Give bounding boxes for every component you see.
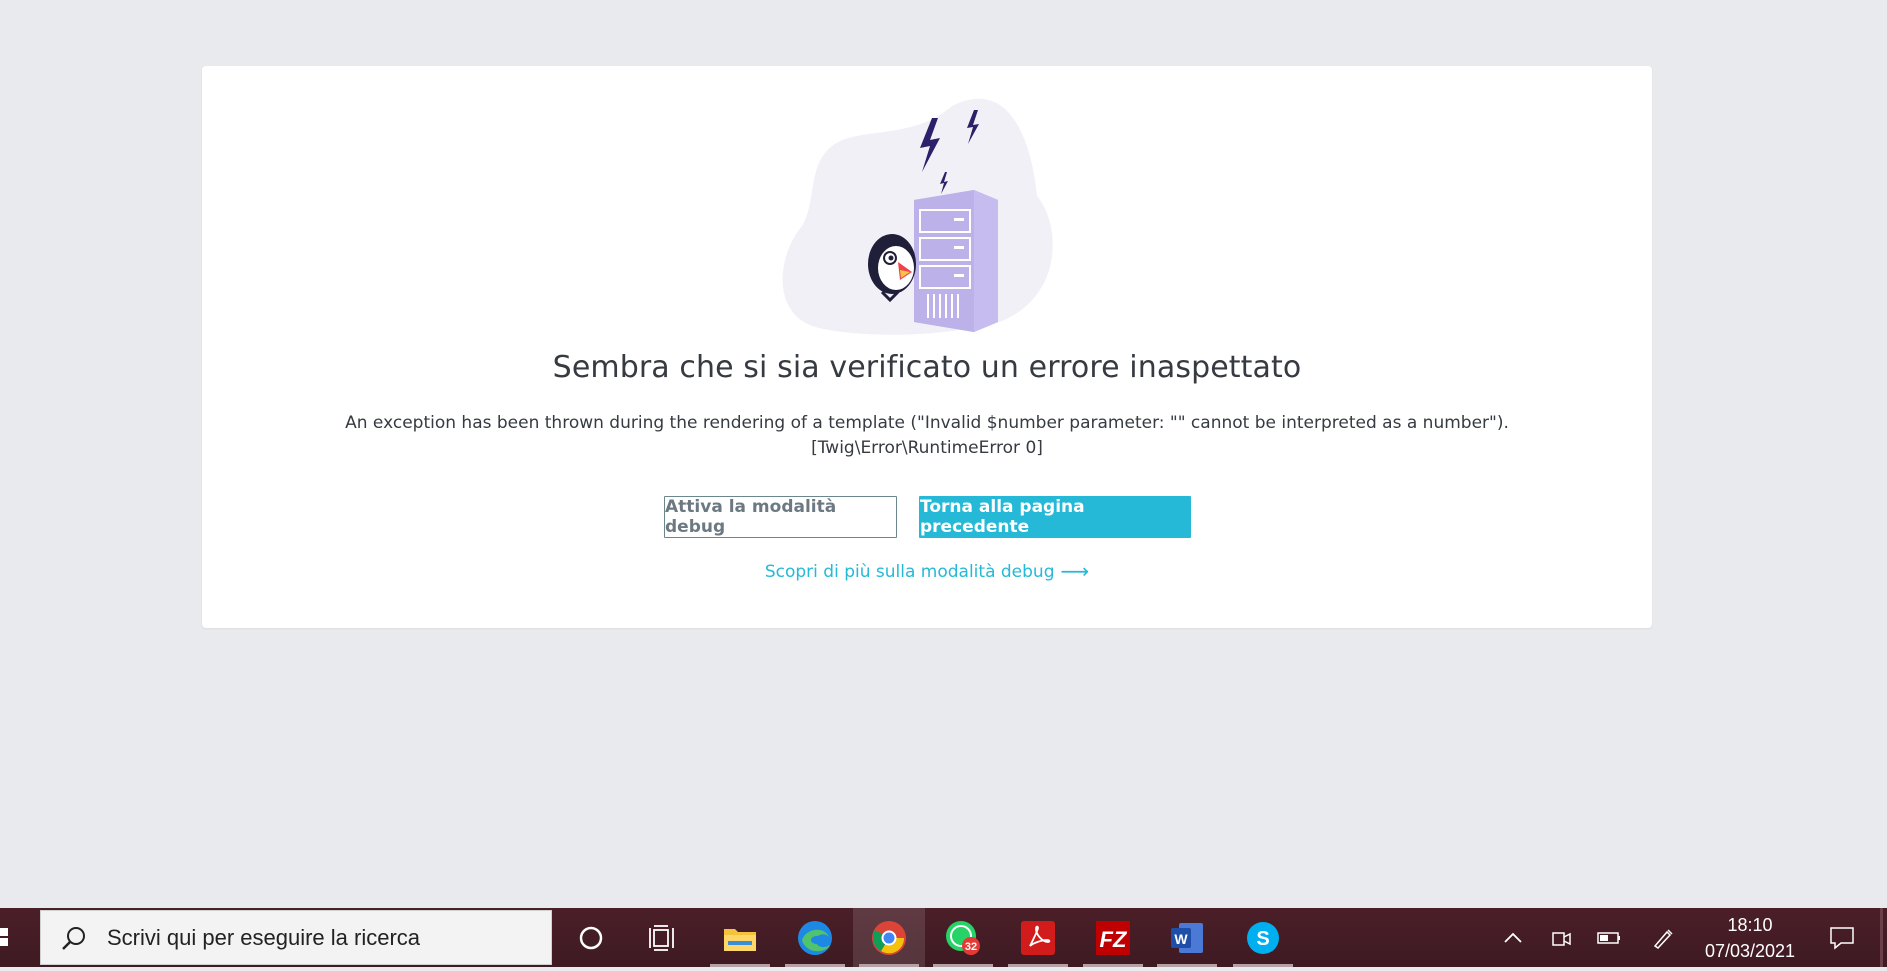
camera-icon (1552, 931, 1571, 946)
svg-text:S: S (1256, 928, 1269, 950)
meet-now-button[interactable] (1546, 908, 1576, 967)
taskbar-search[interactable]: Scrivi qui per eseguire la ricerca (40, 910, 552, 965)
whatsapp-icon: 32 (946, 920, 980, 955)
learn-more-label[interactable]: Scopri di più sulla modalità debug (765, 562, 1055, 582)
notifications-button[interactable] (1822, 908, 1862, 967)
enable-debug-button[interactable]: Attiva la modalità debug (664, 496, 897, 538)
acrobat-button[interactable] (1002, 908, 1074, 967)
chrome-icon (872, 920, 906, 955)
battery-button[interactable] (1594, 908, 1624, 967)
cortana-button[interactable] (555, 908, 627, 967)
svg-text:FZ: FZ (1100, 927, 1128, 952)
notification-icon (1830, 926, 1854, 950)
arrow-right-icon: ⟶ (1060, 559, 1090, 583)
learn-more-debug-link[interactable]: Scopri di più sulla modalità debug ⟶ (202, 559, 1652, 583)
task-view-icon (649, 924, 674, 951)
word-icon: W (1171, 922, 1203, 953)
chevron-up-icon (1504, 932, 1522, 943)
clock-time: 18:10 (1727, 915, 1773, 935)
show-desktop-button[interactable] (1880, 908, 1883, 967)
error-title: Sembra che si sia verificato un errore i… (552, 350, 1302, 385)
battery-icon (1597, 931, 1620, 944)
chrome-button[interactable] (853, 908, 925, 967)
error-message-line: An exception has been thrown during the … (345, 413, 1509, 433)
skype-button[interactable]: S (1227, 908, 1299, 967)
filezilla-button[interactable]: FZ (1077, 908, 1149, 967)
error-message: An exception has been thrown during the … (262, 411, 1592, 461)
pen-icon (1653, 928, 1673, 949)
skype-icon: S (1247, 921, 1279, 954)
word-button[interactable]: W (1151, 908, 1223, 967)
error-code: [Twig\Error\RuntimeError 0] (811, 438, 1043, 458)
svg-text:W: W (1174, 931, 1188, 947)
task-view-button[interactable] (627, 908, 699, 967)
error-card: Sembra che si sia verificato un errore i… (202, 66, 1652, 628)
acrobat-icon (1021, 920, 1055, 955)
file-explorer-button[interactable] (704, 908, 776, 967)
taskbar: Scrivi qui per eseguire la ricerca 32 FZ… (0, 908, 1887, 967)
whatsapp-button[interactable]: 32 (927, 908, 999, 967)
edge-icon (798, 920, 832, 955)
edge-button[interactable] (779, 908, 851, 967)
search-placeholder: Scrivi qui per eseguire la ricerca (107, 924, 421, 950)
taskbar-clock[interactable]: 18:10 07/03/2021 (1690, 912, 1810, 964)
go-back-button[interactable]: Torna alla pagina precedente (919, 496, 1191, 538)
show-hidden-icons-button[interactable] (1498, 908, 1528, 967)
whatsapp-badge: 32 (965, 941, 977, 953)
windows-start-button[interactable] (0, 908, 38, 967)
windows-logo-icon (0, 928, 8, 946)
search-icon (62, 926, 85, 950)
clock-date: 07/03/2021 (1704, 941, 1796, 961)
folder-icon (724, 928, 756, 951)
filezilla-icon: FZ (1096, 920, 1130, 955)
circle-icon (579, 926, 603, 949)
server-error-illustration (782, 98, 1053, 335)
pen-workspace-button[interactable] (1648, 908, 1678, 967)
